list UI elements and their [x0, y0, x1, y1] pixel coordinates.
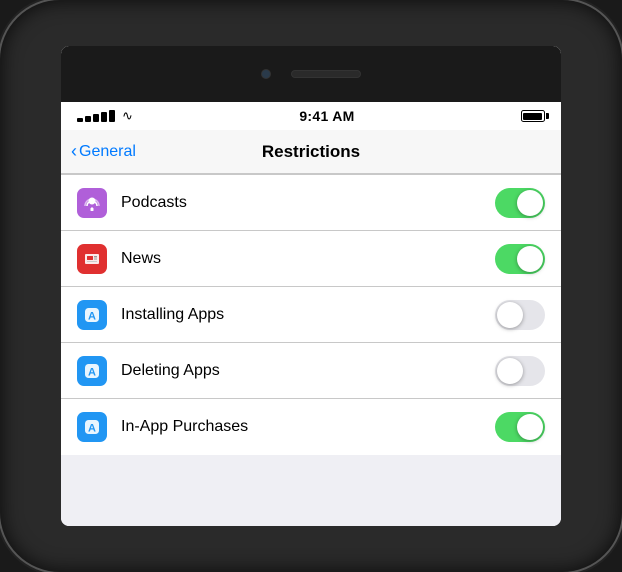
signal-bars [77, 110, 115, 122]
status-bar: ∿ 9:41 AM [61, 102, 561, 130]
deleting-apps-icon: A [77, 356, 107, 386]
status-right [521, 110, 545, 122]
nav-bar: ‹ General Restrictions [61, 130, 561, 174]
nav-title: Restrictions [262, 142, 360, 162]
news-row[interactable]: News [61, 231, 561, 287]
deleting-apps-toggle-thumb [497, 358, 523, 384]
wifi-icon: ∿ [122, 108, 133, 124]
svg-text:A: A [88, 310, 96, 322]
deleting-apps-label: Deleting Apps [121, 362, 495, 380]
installing-apps-label: Installing Apps [121, 306, 495, 324]
restrictions-section: Podcasts [61, 174, 561, 455]
battery-icon [521, 110, 545, 122]
in-app-purchases-icon: A [77, 412, 107, 442]
news-label: News [121, 250, 495, 268]
battery-fill [523, 113, 542, 120]
in-app-purchases-toggle[interactable] [495, 412, 545, 442]
deleting-apps-toggle[interactable] [495, 356, 545, 386]
speaker [291, 70, 361, 78]
news-toggle[interactable] [495, 244, 545, 274]
status-left: ∿ [77, 108, 133, 124]
svg-text:A: A [88, 423, 96, 435]
settings-list: Podcasts [61, 174, 561, 526]
news-toggle-thumb [517, 246, 543, 272]
svg-text:A: A [88, 366, 96, 378]
nav-back-button[interactable]: ‹ General [71, 143, 136, 161]
installing-apps-icon: A [77, 300, 107, 330]
in-app-purchases-toggle-thumb [517, 414, 543, 440]
podcasts-toggle-thumb [517, 190, 543, 216]
podcasts-label: Podcasts [121, 194, 495, 212]
podcasts-row[interactable]: Podcasts [61, 175, 561, 231]
in-app-purchases-label: In-App Purchases [121, 418, 495, 436]
podcasts-toggle[interactable] [495, 188, 545, 218]
installing-apps-toggle-thumb [497, 302, 523, 328]
deleting-apps-row[interactable]: A Deleting Apps [61, 343, 561, 399]
nav-back-label: General [79, 143, 136, 161]
in-app-purchases-row[interactable]: A In-App Purchases [61, 399, 561, 455]
phone-top-bar [61, 46, 561, 102]
phone-frame: ∿ 9:41 AM ‹ General Restrictions [0, 0, 622, 572]
phone-screen: ∿ 9:41 AM ‹ General Restrictions [61, 46, 561, 526]
installing-apps-row[interactable]: A Installing Apps [61, 287, 561, 343]
camera [261, 69, 271, 79]
back-chevron-icon: ‹ [71, 142, 77, 160]
news-icon [77, 244, 107, 274]
podcasts-icon [77, 188, 107, 218]
installing-apps-toggle[interactable] [495, 300, 545, 330]
status-time: 9:41 AM [299, 108, 354, 124]
